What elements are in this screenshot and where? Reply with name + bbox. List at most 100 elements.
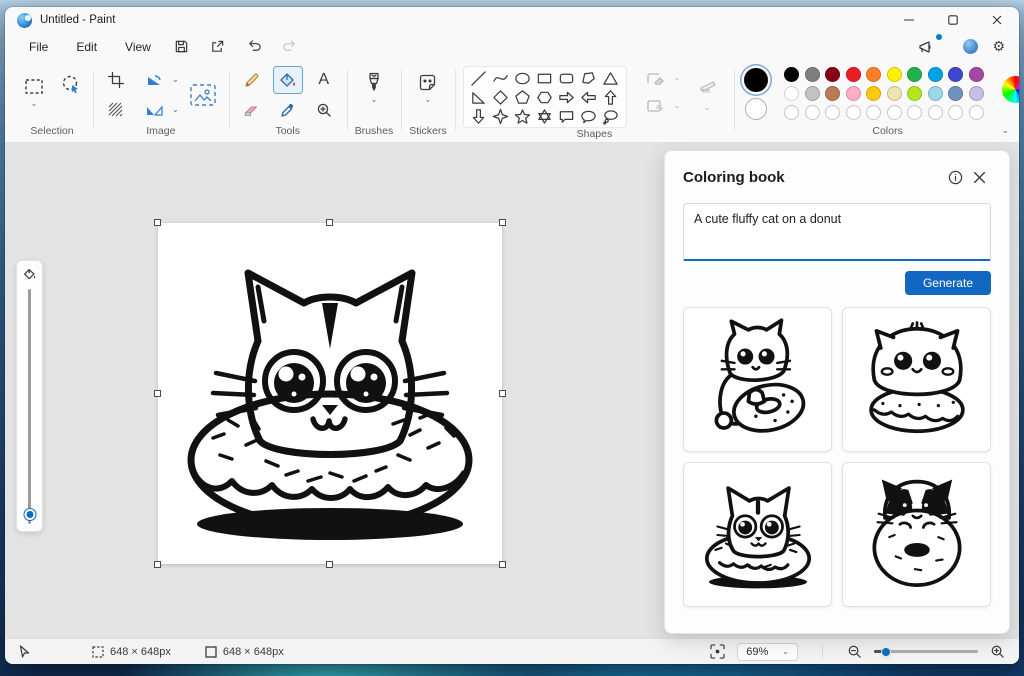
- free-select-icon[interactable]: [55, 70, 85, 98]
- palette-empty-slot[interactable]: [804, 104, 820, 120]
- image-options-icon[interactable]: [185, 78, 221, 112]
- eraser-tool-icon[interactable]: [237, 96, 267, 124]
- prompt-input[interactable]: A cute fluffy cat on a donut: [683, 203, 991, 261]
- account-avatar[interactable]: [963, 39, 979, 54]
- canvas[interactable]: [154, 219, 506, 568]
- selection-handle-sw[interactable]: [154, 561, 161, 568]
- zoom-level-dropdown[interactable]: 69% ⌄: [737, 642, 798, 661]
- palette-color[interactable]: [866, 66, 882, 82]
- shape-line-icon[interactable]: [468, 69, 490, 88]
- flip-icon[interactable]: [139, 96, 169, 124]
- palette-color[interactable]: [886, 66, 902, 82]
- fill-dropdown-chevron[interactable]: ⌄: [674, 102, 681, 110]
- minimize-button[interactable]: [887, 7, 931, 33]
- palette-color[interactable]: [927, 85, 943, 101]
- canvas-workspace[interactable]: Coloring book A cute fluffy cat on a don…: [5, 142, 1019, 638]
- outline-dropdown-chevron[interactable]: ⌄: [674, 74, 681, 82]
- shape-arrow-left-icon[interactable]: [578, 88, 600, 107]
- palette-empty-slot[interactable]: [825, 104, 841, 120]
- palette-color[interactable]: [968, 66, 984, 82]
- palette-color[interactable]: [784, 85, 800, 101]
- fit-to-screen-button[interactable]: [710, 644, 725, 659]
- shape-speech-rectangle-icon[interactable]: [556, 107, 578, 126]
- shape-right-triangle-icon[interactable]: [468, 88, 490, 107]
- shape-hexagon-icon[interactable]: [534, 88, 556, 107]
- edit-colors-button[interactable]: +: [1001, 75, 1019, 103]
- palette-empty-slot[interactable]: [927, 104, 943, 120]
- stickers-dropdown-chevron[interactable]: ⌄: [425, 96, 432, 104]
- palette-empty-slot[interactable]: [886, 104, 902, 120]
- palette-color[interactable]: [784, 66, 800, 82]
- flip-dropdown-chevron[interactable]: ⌄: [172, 106, 179, 114]
- palette-empty-slot[interactable]: [968, 104, 984, 120]
- brushes-icon[interactable]: [359, 68, 389, 96]
- palette-color[interactable]: [845, 66, 861, 82]
- selection-handle-w[interactable]: [154, 390, 161, 397]
- panel-close-icon[interactable]: [967, 165, 991, 189]
- palette-color[interactable]: [907, 66, 923, 82]
- shape-curve-icon[interactable]: [490, 69, 512, 88]
- palette-color[interactable]: [825, 85, 841, 101]
- tolerance-slider-track[interactable]: [24, 289, 35, 524]
- pencil-tool-icon[interactable]: [237, 66, 267, 94]
- palette-empty-slot[interactable]: [784, 104, 800, 120]
- settings-gear-icon[interactable]: ⚙: [992, 38, 1005, 55]
- magnifier-tool-icon[interactable]: [309, 96, 339, 124]
- info-icon[interactable]: [943, 165, 967, 189]
- palette-color[interactable]: [866, 85, 882, 101]
- generated-image-1[interactable]: [683, 307, 832, 452]
- stack-dropdown-chevron[interactable]: ⌄: [704, 104, 711, 112]
- share-icon[interactable]: [205, 37, 231, 57]
- shape-rectangle-icon[interactable]: [534, 69, 556, 88]
- palette-empty-slot[interactable]: [866, 104, 882, 120]
- menu-edit[interactable]: Edit: [66, 37, 107, 57]
- palette-empty-slot[interactable]: [907, 104, 923, 120]
- fill-tool-icon[interactable]: [272, 66, 303, 94]
- selection-handle-ne[interactable]: [499, 219, 506, 226]
- foreground-color-swatch[interactable]: [744, 68, 769, 92]
- palette-color[interactable]: [968, 85, 984, 101]
- selection-handle-nw[interactable]: [154, 219, 161, 226]
- palette-color[interactable]: [886, 85, 902, 101]
- generated-image-4[interactable]: [842, 462, 991, 607]
- shape-triangle-icon[interactable]: [600, 69, 622, 88]
- selection-handle-s[interactable]: [326, 561, 333, 568]
- zoom-in-button[interactable]: [990, 644, 1005, 659]
- rotate-icon[interactable]: [139, 66, 169, 94]
- shape-oval-icon[interactable]: [512, 69, 534, 88]
- shape-polygon-icon[interactable]: [578, 69, 600, 88]
- save-icon[interactable]: [169, 37, 195, 57]
- menu-view[interactable]: View: [115, 37, 161, 57]
- shape-star-five-icon[interactable]: [512, 107, 534, 126]
- brushes-dropdown-chevron[interactable]: ⌄: [371, 96, 378, 104]
- palette-color[interactable]: [948, 66, 964, 82]
- palette-empty-slot[interactable]: [845, 104, 861, 120]
- rotate-dropdown-chevron[interactable]: ⌄: [172, 76, 179, 84]
- palette-empty-slot[interactable]: [948, 104, 964, 120]
- palette-color[interactable]: [927, 66, 943, 82]
- redo-icon[interactable]: [277, 37, 303, 57]
- zoom-slider-thumb[interactable]: [881, 646, 891, 657]
- palette-color[interactable]: [804, 66, 820, 82]
- palette-color[interactable]: [804, 85, 820, 101]
- rect-select-icon[interactable]: [19, 72, 49, 100]
- menu-file[interactable]: File: [19, 37, 58, 57]
- shape-arrow-right-icon[interactable]: [556, 88, 578, 107]
- shape-arrow-up-icon[interactable]: [600, 88, 622, 107]
- shape-arrow-down-icon[interactable]: [468, 107, 490, 126]
- palette-color[interactable]: [845, 85, 861, 101]
- text-tool-icon[interactable]: A: [309, 66, 339, 94]
- selection-dropdown-chevron[interactable]: ⌄: [31, 100, 38, 108]
- selection-handle-e[interactable]: [499, 390, 506, 397]
- selection-handle-se[interactable]: [499, 561, 506, 568]
- palette-color[interactable]: [825, 66, 841, 82]
- shape-curve-2-icon[interactable]: [490, 126, 512, 127]
- generated-image-2[interactable]: [842, 307, 991, 452]
- palette-color[interactable]: [948, 85, 964, 101]
- shape-speech-oval-icon[interactable]: [578, 107, 600, 126]
- palette-color[interactable]: [907, 85, 923, 101]
- close-button[interactable]: [975, 7, 1019, 33]
- background-color-swatch[interactable]: [745, 98, 768, 120]
- eyedropper-tool-icon[interactable]: [273, 96, 303, 124]
- shape-star-six-icon[interactable]: [534, 107, 556, 126]
